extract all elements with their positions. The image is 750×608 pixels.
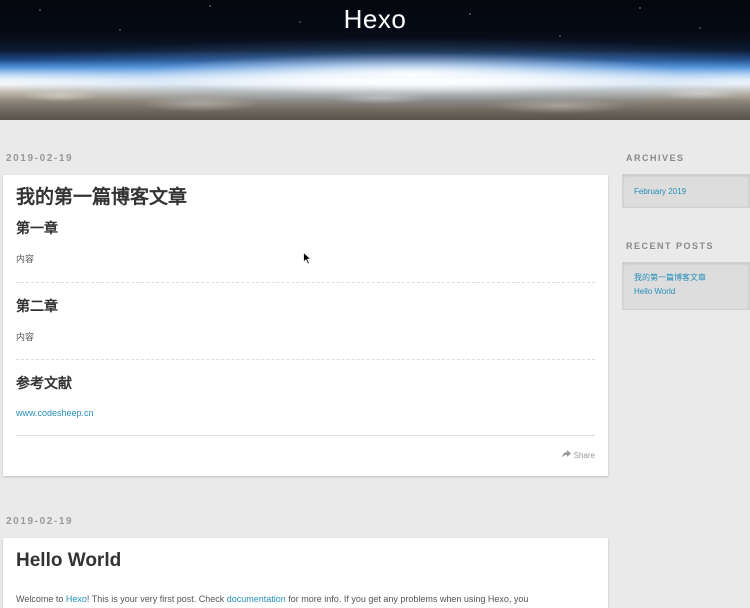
mouse-pointer-icon [303,251,313,270]
recent-post-link[interactable]: Hello World [634,285,738,299]
post-card: 我的第一篇博客文章 第一章 内容 第二章 内容 参考文献 www.codeshe… [3,175,608,476]
post-content: Hello World Welcome to Hexo! This is you… [3,538,608,605]
post-date[interactable]: 2019-02-19 [6,516,73,527]
hexo-link[interactable]: Hexo [66,594,87,604]
post-title[interactable]: Hello World [16,548,595,574]
recent-posts-title: RECENT POSTS [626,241,715,251]
post-footer: Share [16,435,595,476]
post-content: 我的第一篇博客文章 第一章 内容 第二章 内容 参考文献 www.codeshe… [3,175,608,435]
archives-title: ARCHIVES [626,153,685,163]
section-heading: 第二章 [16,298,58,314]
reference-link[interactable]: www.codesheep.cn [16,408,94,418]
section-heading: 参考文献 [16,375,72,391]
post-card: Hello World Welcome to Hexo! This is you… [3,538,608,608]
excerpt-text: Welcome to [16,594,66,604]
share-label: Share [573,450,595,460]
excerpt-text: ! This is your very first post. Check [86,594,227,604]
share-button[interactable]: Share [561,450,595,460]
archive-link-february-2019[interactable]: February 2019 [634,185,738,199]
post-title[interactable]: 我的第一篇博客文章 [16,185,595,211]
recent-posts-widget: 我的第一篇博客文章 Hello World [622,262,750,310]
section-text: 内容 [16,332,35,342]
reference-paragraph: www.codesheep.cn [16,407,595,419]
banner-clouds [0,86,750,120]
share-arrow-icon [561,450,571,460]
post-excerpt: Welcome to Hexo! This is your very first… [16,593,595,605]
archives-widget: February 2019 [622,174,750,208]
section-heading: 第一章 [16,220,58,236]
site-banner: Hexo [0,0,750,120]
documentation-link[interactable]: documentation [227,594,286,604]
site-title-link[interactable]: Hexo [0,4,750,35]
post-date[interactable]: 2019-02-19 [6,153,73,164]
recent-post-link[interactable]: 我的第一篇博客文章 [634,271,738,285]
excerpt-text: for more info. If you get any problems w… [285,594,529,604]
